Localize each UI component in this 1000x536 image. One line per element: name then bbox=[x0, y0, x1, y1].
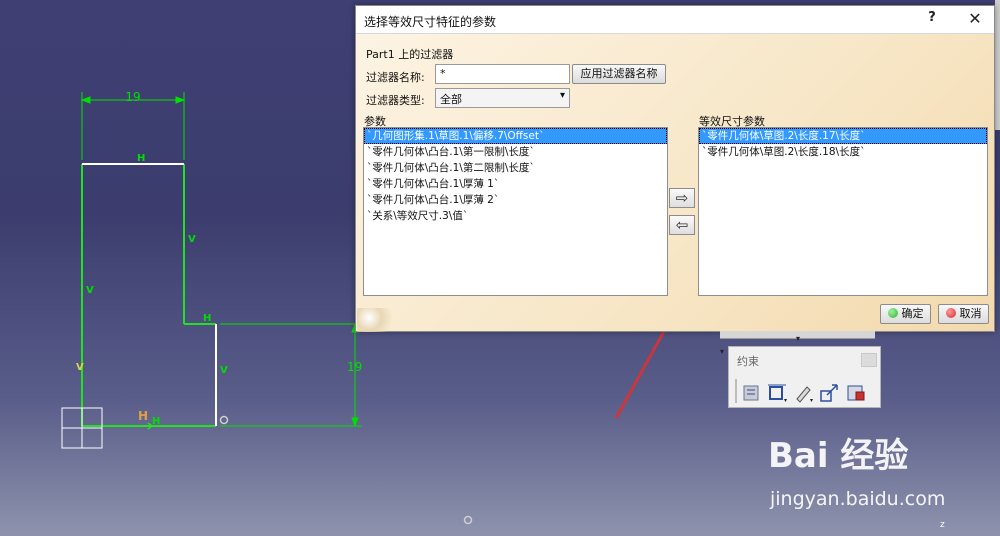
toolbar-close-icon[interactable] bbox=[861, 353, 877, 367]
catia-logo-icon bbox=[357, 308, 397, 332]
list-item[interactable]: `零件几何体\凸台.1\厚薄 1` bbox=[364, 176, 667, 192]
select-equivalent-parameters-dialog: 选择等效尺寸特征的参数 ? ✕ Part1 上的过滤器 过滤器名称: * 应用过… bbox=[355, 5, 995, 332]
baidu-watermark-url: jingyan.baidu.com bbox=[770, 488, 946, 510]
origin-axis-icon bbox=[61, 407, 103, 449]
dialog-title: 选择等效尺寸特征的参数 bbox=[364, 15, 497, 29]
constraint-icon[interactable] bbox=[767, 383, 789, 403]
ok-button[interactable]: 确定 bbox=[880, 304, 931, 324]
filter-name-label: 过滤器名称: bbox=[366, 71, 425, 84]
point-icon[interactable] bbox=[219, 415, 229, 425]
list-item[interactable]: `零件几何体\草图.2\长度.18\长度` bbox=[699, 144, 987, 160]
dimension-right-value[interactable]: 19 bbox=[347, 360, 362, 374]
list-item[interactable]: `关系\等效尺寸.3\值` bbox=[364, 208, 667, 224]
filter-name-input[interactable]: * bbox=[435, 64, 570, 84]
baidu-watermark-logo: Bai 经验 bbox=[768, 436, 909, 476]
z-axis-label-icon: z bbox=[940, 520, 945, 530]
list-item[interactable]: `几何图形集.1\草图.1\偏移.7\Offset` bbox=[364, 128, 667, 144]
equiv-params-list[interactable]: `零件几何体\草图.2\长度.17\长度` `零件几何体\草图.2\长度.18\… bbox=[698, 127, 988, 296]
cancel-button[interactable]: 取消 bbox=[938, 304, 989, 324]
remove-parameter-button[interactable]: ⇦ bbox=[669, 215, 695, 235]
filter-type-value: 全部 bbox=[440, 93, 462, 106]
sketch-profile[interactable] bbox=[81, 164, 216, 427]
ok-icon bbox=[887, 308, 898, 318]
constraint-dialog-icon[interactable] bbox=[741, 383, 763, 403]
dialog-titlebar[interactable]: 选择等效尺寸特征的参数 ? ✕ bbox=[356, 6, 994, 34]
constraint-h-bottom[interactable]: H bbox=[152, 416, 160, 427]
filter-type-select[interactable]: 全部 ▾ bbox=[435, 88, 570, 108]
side-panel-edge bbox=[995, 0, 1000, 130]
chevron-down-icon[interactable]: ▾ bbox=[560, 90, 565, 101]
help-button[interactable]: ? bbox=[921, 10, 943, 30]
origin-point-icon[interactable] bbox=[463, 515, 473, 525]
toolbar-strip[interactable]: ▾ ▾ ▾ bbox=[720, 331, 875, 356]
constraint-v-right[interactable]: V bbox=[188, 234, 196, 245]
filter-section-label: Part1 上的过滤器 bbox=[366, 48, 454, 61]
list-item[interactable]: `零件几何体\凸台.1\厚薄 2` bbox=[364, 192, 667, 208]
list-item[interactable]: `零件几何体\凸台.1\第一限制\长度` bbox=[364, 144, 667, 160]
dimension-right[interactable] bbox=[220, 322, 362, 428]
h-axis-arrow-icon bbox=[138, 422, 155, 430]
list-item[interactable]: `零件几何体\凸台.1\第二限制\长度` bbox=[364, 160, 667, 176]
add-parameter-button[interactable]: ⇨ bbox=[669, 188, 695, 208]
constraint-toolbar: 约束 bbox=[728, 346, 881, 408]
constraint-h-axis[interactable]: H bbox=[138, 409, 148, 423]
fix-together-icon[interactable] bbox=[819, 383, 841, 403]
toolbar-grip[interactable] bbox=[735, 379, 737, 403]
constraint-h-step[interactable]: H bbox=[203, 313, 211, 324]
apply-filter-button[interactable]: 应用过滤器名称 bbox=[572, 64, 666, 84]
list-item[interactable]: `零件几何体\草图.2\长度.17\长度` bbox=[699, 128, 987, 144]
cancel-button-label: 取消 bbox=[959, 307, 982, 320]
dimension-top-value[interactable]: 19 bbox=[125, 90, 140, 104]
contact-constraint-icon[interactable] bbox=[793, 383, 815, 403]
constraint-v-left-low[interactable]: V bbox=[76, 362, 84, 373]
auto-constraint-icon[interactable] bbox=[845, 383, 867, 403]
constraint-h-top[interactable]: H bbox=[137, 153, 145, 164]
params-list[interactable]: `几何图形集.1\草图.1\偏移.7\Offset` `零件几何体\凸台.1\第… bbox=[363, 127, 668, 296]
constraint-v-left[interactable]: V bbox=[86, 285, 94, 296]
filter-type-label: 过滤器类型: bbox=[366, 94, 425, 107]
constraint-v-step[interactable]: V bbox=[220, 365, 228, 376]
constraint-toolbar-title: 约束 bbox=[737, 355, 759, 368]
cancel-icon bbox=[945, 308, 956, 318]
close-button[interactable]: ✕ bbox=[962, 9, 988, 31]
ok-button-label: 确定 bbox=[901, 307, 924, 320]
